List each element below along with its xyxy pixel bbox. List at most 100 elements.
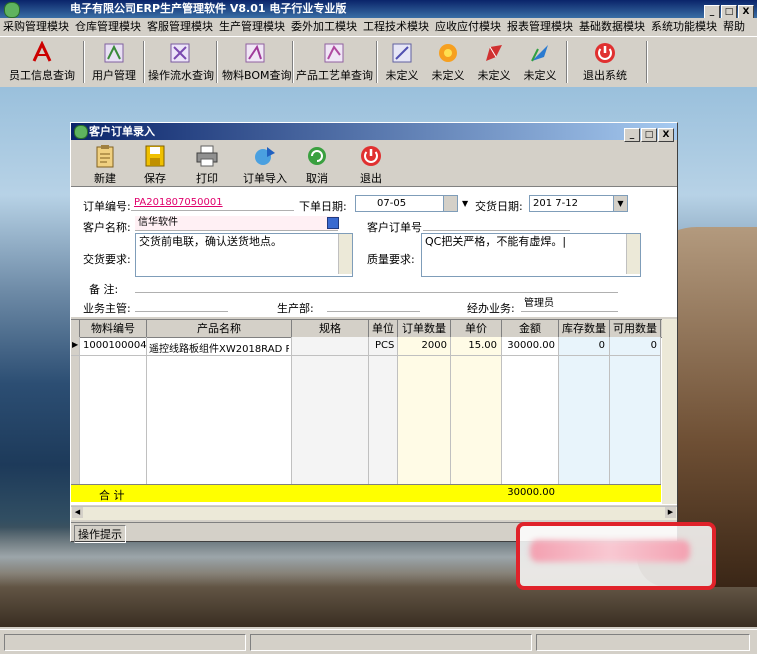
delivery-req-label: 交货要求: xyxy=(83,253,131,266)
cell-name[interactable]: 遥控线路板组件XW2018RAD R/4 xyxy=(149,340,289,355)
customer-field[interactable]: 信华软件 xyxy=(135,216,338,231)
print-button[interactable]: 打印 xyxy=(181,143,233,186)
handler-field[interactable]: 管理员 xyxy=(521,297,618,312)
import-order-button[interactable]: 订单导入 xyxy=(235,143,295,186)
app-title: 电子有限公司ERP生产管理软件 V8.01 电子行业专业版 xyxy=(70,2,347,15)
clipboard-icon xyxy=(96,145,114,168)
undefined-button-1[interactable]: 未定义 xyxy=(382,39,422,85)
cell-qty[interactable]: 2000 xyxy=(411,340,447,351)
col-code[interactable]: 物料编号 xyxy=(80,320,147,337)
menu-outsource[interactable]: 委外加工模块 xyxy=(288,18,360,36)
menu-finance[interactable]: 应收应付模块 xyxy=(432,18,504,36)
menu-warehouse[interactable]: 仓库管理模块 xyxy=(72,18,144,36)
app-icon xyxy=(4,2,20,18)
order-date-value: 07-05 xyxy=(377,198,407,209)
cell-amount[interactable]: 30000.00 xyxy=(507,340,555,351)
grid-total-row: 合 计 30000.00 xyxy=(71,484,661,502)
save-button[interactable]: 保存 xyxy=(129,143,181,186)
minimize-button[interactable]: _ xyxy=(704,5,720,19)
col-qty[interactable]: 订单数量 xyxy=(398,320,451,337)
order-date-label: 下单日期: xyxy=(299,200,347,213)
close-button[interactable]: X xyxy=(738,5,754,19)
quality-req-label: 质量要求: xyxy=(367,253,415,266)
cancel-button[interactable]: 取消 xyxy=(291,143,343,186)
exit-system-button[interactable]: 退出系统 xyxy=(580,39,630,85)
quality-req-textarea[interactable]: QC把关严格，不能有虚焊。| xyxy=(421,233,641,277)
chevron-down-icon[interactable]: ▼ xyxy=(613,196,627,211)
menu-basedata[interactable]: 基础数据模块 xyxy=(576,18,648,36)
supervisor-field[interactable] xyxy=(135,297,228,312)
order-entry-dialog: 客户订单录入 _ □ X 新建 保存 打印 订单导入 取消 退出 订单编号: P… xyxy=(70,122,678,543)
feather-icon xyxy=(531,45,548,62)
menu-system[interactable]: 系统功能模块 xyxy=(648,18,720,36)
customer-label: 客户名称: xyxy=(83,221,131,234)
cell-avail[interactable]: 0 xyxy=(619,340,657,351)
total-amount: 30000.00 xyxy=(507,487,555,498)
cust-order-field[interactable] xyxy=(423,216,570,231)
order-grid: 物料编号 产品名称 规格 单位 订单数量 单价 金额 库存数量 可用数量 ▶ 1… xyxy=(71,319,677,505)
status-cell-2 xyxy=(250,634,532,651)
bom-query-button[interactable]: 物料BOM查询 xyxy=(222,39,292,85)
blurred-content xyxy=(530,540,690,562)
delivery-req-textarea[interactable]: 交货前电联，确认送货地点。 xyxy=(135,233,353,277)
grid-vertical-scrollbar[interactable] xyxy=(662,319,677,504)
table-row[interactable]: ▶ 1000100004 遥控线路板组件XW2018RAD R/4 PCS 20… xyxy=(71,337,661,356)
col-unit[interactable]: 单位 xyxy=(369,320,398,337)
undefined-button-2[interactable]: 未定义 xyxy=(428,39,468,85)
user-manage-button[interactable]: 用户管理 xyxy=(88,39,140,85)
menu-production[interactable]: 生产管理模块 xyxy=(216,18,288,36)
cell-code[interactable]: 1000100004 xyxy=(83,340,147,351)
menu-engineering[interactable]: 工程技术模块 xyxy=(360,18,432,36)
remark-label: 备 注: xyxy=(89,283,119,296)
new-button[interactable]: 新建 xyxy=(79,143,131,186)
operation-log-button[interactable]: 操作流水查询 xyxy=(148,39,214,85)
main-toolbar: 员工信息查询 用户管理 操作流水查询 物料BOM查询 产品工艺单查询 未定义 未… xyxy=(0,36,757,88)
menu-purchase[interactable]: 采购管理模块 xyxy=(0,18,72,36)
col-price[interactable]: 单价 xyxy=(451,320,502,337)
menubar: 采购管理模块 仓库管理模块 客服管理模块 生产管理模块 委外加工模块 工程技术模块 应收应付… xyxy=(0,18,757,36)
scroll-right-icon[interactable]: ▶ xyxy=(665,507,676,518)
col-name[interactable]: 产品名称 xyxy=(147,320,292,337)
col-stock[interactable]: 库存数量 xyxy=(559,320,610,337)
total-label: 合 计 xyxy=(99,489,125,502)
power-icon xyxy=(595,43,615,63)
cell-price[interactable]: 15.00 xyxy=(459,340,497,351)
app-statusbar xyxy=(0,629,757,654)
handler-label: 经办业务: xyxy=(467,302,515,315)
textarea-scrollbar[interactable] xyxy=(338,234,352,274)
order-no-field[interactable]: PA201807050001 xyxy=(131,196,294,211)
exit-button[interactable]: 退出 xyxy=(345,143,397,186)
col-avail[interactable]: 可用数量 xyxy=(610,320,661,337)
undefined-button-3[interactable]: 未定义 xyxy=(474,39,514,85)
dept-label: 生产部: xyxy=(277,302,314,315)
delivery-date-picker[interactable]: 201 7-12 ▼ xyxy=(529,195,628,212)
user-icon xyxy=(104,43,124,63)
order-date-picker[interactable]: 07-05 ▼ xyxy=(355,195,468,212)
import-icon xyxy=(255,147,275,165)
bom-icon xyxy=(245,43,265,63)
order-no-label: 订单编号: xyxy=(83,200,131,213)
chevron-down-icon[interactable]: ▼ xyxy=(443,196,468,211)
menu-customer[interactable]: 客服管理模块 xyxy=(144,18,216,36)
col-spec[interactable]: 规格 xyxy=(292,320,369,337)
cell-stock[interactable]: 0 xyxy=(567,340,605,351)
highlight-box xyxy=(516,522,716,590)
textarea-scrollbar[interactable] xyxy=(626,234,640,274)
dept-field[interactable] xyxy=(327,297,420,312)
app-titlebar: 电子有限公司ERP生产管理软件 V8.01 电子行业专业版 _ □ X xyxy=(0,0,757,19)
undefined-button-4[interactable]: 未定义 xyxy=(520,39,560,85)
maximize-button[interactable]: □ xyxy=(721,5,737,19)
cell-unit[interactable]: PCS xyxy=(375,340,394,351)
lookup-icon[interactable] xyxy=(327,217,339,229)
scroll-left-icon[interactable]: ◀ xyxy=(72,507,83,518)
menu-help[interactable]: 帮助 xyxy=(720,18,748,36)
col-amount[interactable]: 金额 xyxy=(502,320,559,337)
grid-horizontal-scrollbar[interactable]: ◀ ▶ xyxy=(71,506,677,520)
remark-field[interactable] xyxy=(135,278,618,293)
process-sheet-button[interactable]: 产品工艺单查询 xyxy=(296,39,373,85)
employee-query-button[interactable]: 员工信息查询 xyxy=(4,39,80,85)
save-icon xyxy=(145,145,165,167)
operation-hint: 操作提示 xyxy=(74,525,126,543)
flower-icon xyxy=(439,44,457,62)
menu-reports[interactable]: 报表管理模块 xyxy=(504,18,576,36)
